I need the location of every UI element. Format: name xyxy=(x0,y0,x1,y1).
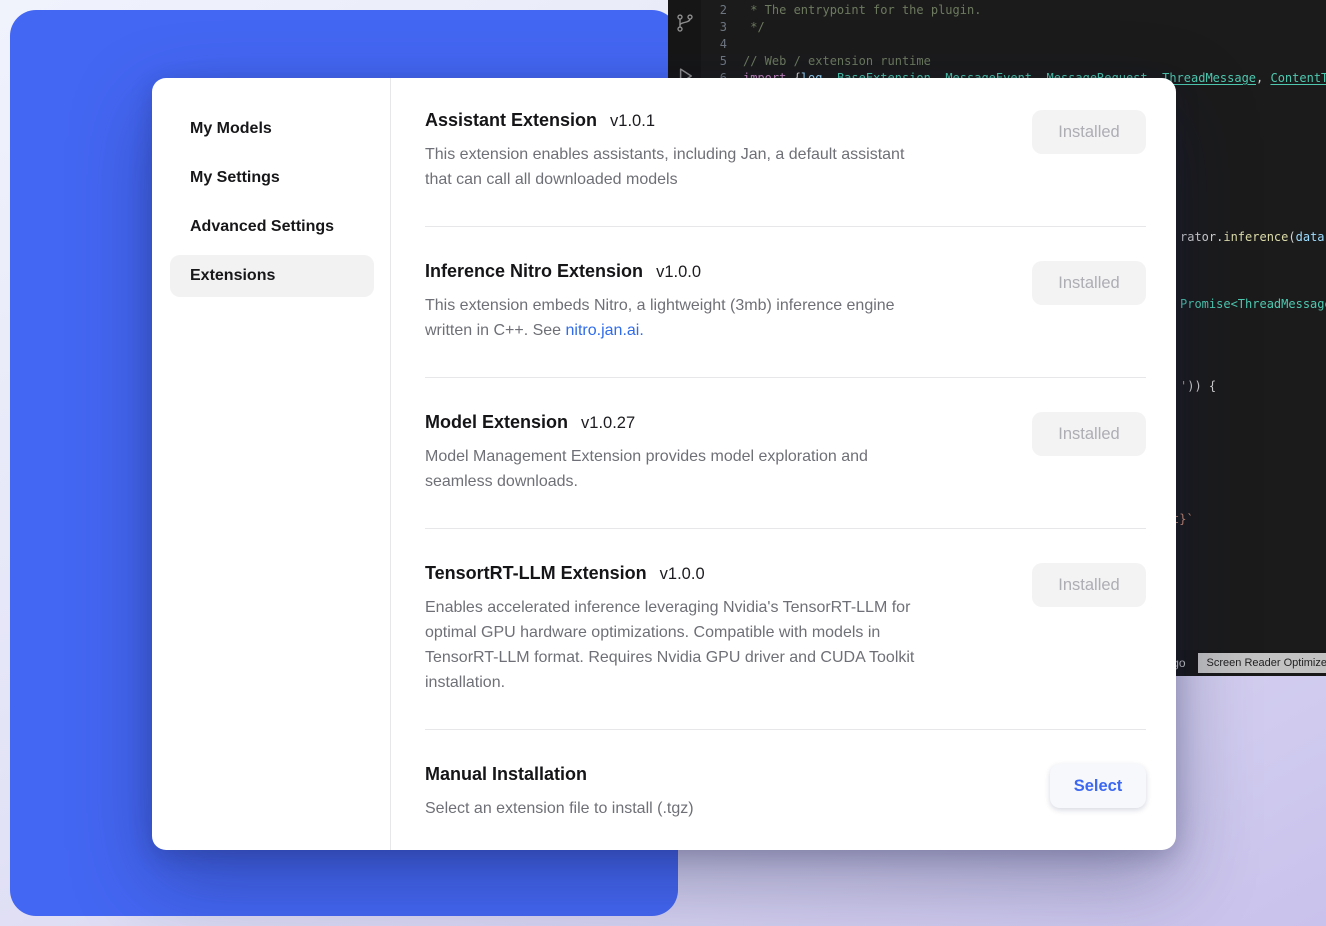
extension-title: Model Extension xyxy=(425,412,568,433)
extension-description: Select an extension file to install (.tg… xyxy=(425,796,1034,821)
code-fragment: ')) { xyxy=(1180,379,1216,393)
code-line: 2 * The entrypoint for the plugin. xyxy=(701,2,1326,19)
extension-description: This extension enables assistants, inclu… xyxy=(425,142,1016,192)
sidebar-item-advanced-settings[interactable]: Advanced Settings xyxy=(170,206,374,248)
sidebar-item-extensions[interactable]: Extensions xyxy=(170,255,374,297)
line-number: 2 xyxy=(701,2,743,19)
settings-sidebar: My Models My Settings Advanced Settings … xyxy=(152,78,391,850)
nitro-jan-ai-link[interactable]: nitro.jan.ai. xyxy=(566,322,644,339)
extension-version: v1.0.0 xyxy=(656,263,701,282)
installed-button[interactable]: Installed xyxy=(1032,110,1146,154)
line-number: 5 xyxy=(701,53,743,70)
select-file-button[interactable]: Select xyxy=(1050,764,1146,808)
installed-button[interactable]: Installed xyxy=(1032,412,1146,456)
extension-item-manual-installation: Manual Installation Select an extension … xyxy=(425,730,1146,821)
extension-title: TensortRT-LLM Extension xyxy=(425,563,647,584)
extension-title: Assistant Extension xyxy=(425,110,597,131)
extensions-list: Assistant Extension v1.0.1 This extensio… xyxy=(391,78,1176,850)
sidebar-item-my-models[interactable]: My Models xyxy=(170,108,374,150)
extensions-settings-modal: My Models My Settings Advanced Settings … xyxy=(152,78,1176,850)
code-line: 5 // Web / extension runtime xyxy=(701,53,1326,70)
extension-item-inference-nitro: Inference Nitro Extension v1.0.0 This ex… xyxy=(425,227,1146,378)
extension-description: Enables accelerated inference leveraging… xyxy=(425,595,1016,695)
source-control-icon[interactable] xyxy=(675,12,695,39)
extension-version: v1.0.0 xyxy=(660,565,705,584)
code-line: 4 xyxy=(701,36,1326,53)
code-line: 3 */ xyxy=(701,19,1326,36)
code-fragment: Promise<ThreadMessage> xyxy=(1180,297,1326,311)
extension-version: v1.0.27 xyxy=(581,414,635,433)
line-number: 3 xyxy=(701,19,743,36)
sidebar-item-my-settings[interactable]: My Settings xyxy=(170,157,374,199)
extension-title: Inference Nitro Extension xyxy=(425,261,643,282)
extension-description: This extension embeds Nitro, a lightweig… xyxy=(425,293,1016,343)
extension-description: Model Management Extension provides mode… xyxy=(425,444,1016,494)
extension-item-model: Model Extension v1.0.27 Model Management… xyxy=(425,378,1146,529)
line-number: 4 xyxy=(701,36,743,53)
installed-button[interactable]: Installed xyxy=(1032,261,1146,305)
code-fragment: rator.inference(data)); xyxy=(1180,230,1326,244)
extension-item-assistant: Assistant Extension v1.0.1 This extensio… xyxy=(425,110,1146,227)
extension-version: v1.0.1 xyxy=(610,112,655,131)
extension-item-tensorrt-llm: TensortRT-LLM Extension v1.0.0 Enables a… xyxy=(425,529,1146,730)
installed-button[interactable]: Installed xyxy=(1032,563,1146,607)
screen-reader-status-chip[interactable]: Screen Reader Optimize xyxy=(1198,653,1326,673)
extension-title: Manual Installation xyxy=(425,764,587,785)
editor-code-area: 2 * The entrypoint for the plugin. 3 */ … xyxy=(701,2,1326,87)
